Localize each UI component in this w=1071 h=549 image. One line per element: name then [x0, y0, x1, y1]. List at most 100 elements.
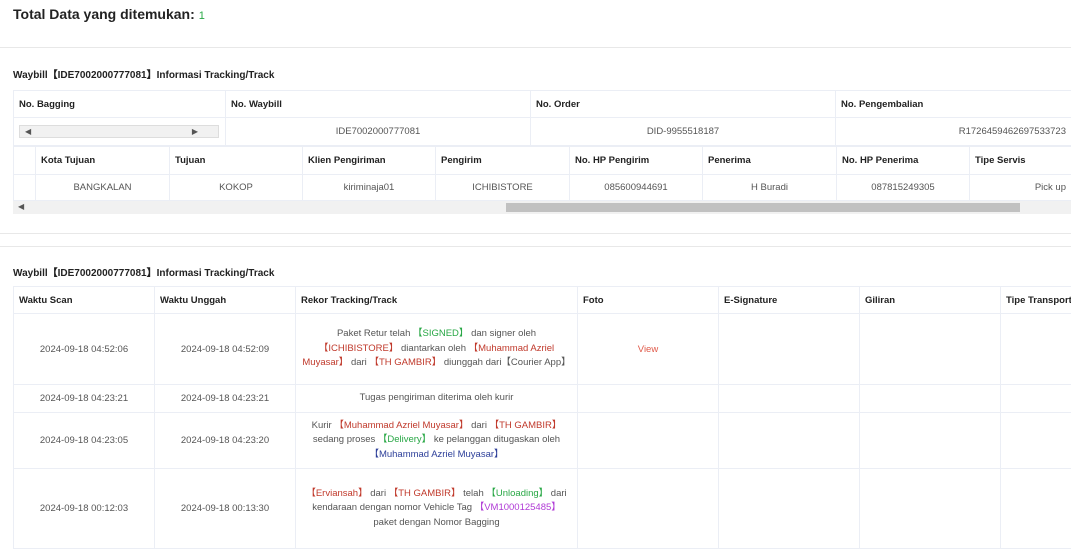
cell-transport-type: [1001, 314, 1071, 385]
results-count: 1: [199, 10, 205, 22]
scroll-left-icon[interactable]: ◀: [18, 201, 24, 212]
cell-service-type: Pick up: [970, 175, 1071, 201]
table-row: 2024-09-18 04:52:062024-09-18 04:52:09Pa…: [14, 314, 1071, 385]
tracking-text-segment: Tugas pengiriman diterima oleh kurir: [360, 392, 514, 403]
divider: [0, 233, 1071, 234]
cell-tracking-record: 【Erviansah】 dari 【TH GAMBIR】 telah 【Unlo…: [296, 469, 578, 549]
col-header: Tujuan: [170, 147, 303, 175]
tracking-text-segment: dari: [368, 488, 389, 499]
cell-esignature: [719, 314, 860, 385]
scrollbar-thumb[interactable]: [506, 203, 1020, 212]
col-header: Giliran: [860, 287, 1001, 314]
tracking-text-segment: sedang proses: [313, 434, 378, 445]
waybill-summary-table: No. Bagging No. Waybill No. Order No. Pe…: [13, 90, 1071, 146]
tracking-text-segment: 【Erviansah】: [306, 488, 367, 499]
table-header-row: Waktu Scan Waktu Unggah Rekor Tracking/T…: [14, 287, 1071, 314]
col-header: Foto: [578, 287, 719, 314]
tracking-text-segment: 【ICHIBISTORE】: [319, 343, 399, 354]
cell-order: DID-9955518187: [531, 118, 836, 146]
col-header: Waktu Unggah: [155, 287, 296, 314]
cell-transport-type: [1001, 469, 1071, 549]
cell-return: R1726459462697533723: [836, 118, 1071, 146]
table-row: ◀ ▶ IDE7002000777081 DID-9955518187 R172…: [14, 118, 1071, 146]
cell-sender: ICHIBISTORE: [436, 175, 570, 201]
cell-receiver-phone: 087815249305: [837, 175, 970, 201]
col-header: Pengirim: [436, 147, 570, 175]
table-header-row: Kota Tujuan Tujuan Klien Pengiriman Peng…: [14, 147, 1071, 175]
col-header: No. Order: [531, 91, 836, 118]
tracking-text-segment: 【VM1000125485】: [475, 502, 561, 513]
col-header: [14, 147, 36, 175]
cell-shift: [860, 385, 1001, 413]
cell-esignature: [719, 385, 860, 413]
col-header: Penerima: [703, 147, 837, 175]
col-header: Rekor Tracking/Track: [296, 287, 578, 314]
results-title: Total Data yang ditemukan:: [13, 6, 195, 22]
table-horizontal-scrollbar[interactable]: ◀: [13, 201, 1071, 214]
tracking-text-segment: Paket Retur telah: [337, 328, 413, 339]
table-header-row: No. Bagging No. Waybill No. Order No. Pe…: [14, 91, 1071, 118]
scroll-right-icon[interactable]: ▶: [192, 126, 198, 137]
cell-scan-time: 2024-09-18 04:23:05: [14, 413, 155, 469]
cell-scrollbar[interactable]: ◀ ▶: [19, 125, 219, 138]
cell-receiver: H Buradi: [703, 175, 837, 201]
section-title-waybill: Waybill【IDE7002000777081】Informasi Track…: [13, 66, 274, 81]
cell-waybill: IDE7002000777081: [226, 118, 531, 146]
cell-transport-type: [1001, 413, 1071, 469]
results-summary: Total Data yang ditemukan: 1: [13, 6, 205, 22]
cell-photo: View: [578, 314, 719, 385]
view-photo-link[interactable]: View: [638, 344, 658, 355]
col-header: Waktu Scan: [14, 287, 155, 314]
divider: [0, 246, 1071, 247]
table-row: 2024-09-18 04:23:212024-09-18 04:23:21 Tu…: [14, 385, 1071, 413]
tracking-text-segment: dan signer oleh: [468, 328, 536, 339]
tracking-text-segment: 【Delivery】: [378, 434, 431, 445]
cell-tracking-record: Tugas pengiriman diterima oleh kurir: [296, 385, 578, 413]
col-header: Tipe Servis: [970, 147, 1071, 175]
cell-photo: [578, 413, 719, 469]
cell-upload-time: 2024-09-18 04:23:21: [155, 385, 296, 413]
table-row: 2024-09-18 00:12:032024-09-18 00:13:30【E…: [14, 469, 1071, 549]
tracking-text-segment: dari: [348, 357, 369, 368]
cell-tracking-record: Paket Retur telah 【SIGNED】 dan signer ol…: [296, 314, 578, 385]
col-header: No. HP Pengirim: [570, 147, 703, 175]
tracking-text-segment: ke pelanggan ditugaskan oleh: [431, 434, 560, 445]
cell-scan-time: 2024-09-18 04:52:06: [14, 314, 155, 385]
section-title-tracking: Waybill【IDE7002000777081】Informasi Track…: [13, 264, 274, 279]
col-header: No. Waybill: [226, 91, 531, 118]
tracking-text-segment: 【Muhammad Azriel Muyasar】: [334, 420, 468, 431]
bagging-cell: ◀ ▶: [14, 118, 226, 146]
table-row: BANGKALAN KOKOP kiriminaja01 ICHIBISTORE…: [14, 175, 1071, 201]
cell-empty: [14, 175, 36, 201]
col-header: Tipe Transport: [1001, 287, 1071, 314]
table-row: 2024-09-18 04:23:052024-09-18 04:23:20Ku…: [14, 413, 1071, 469]
cell-upload-time: 2024-09-18 00:13:30: [155, 469, 296, 549]
tracking-rows: 2024-09-18 04:52:062024-09-18 04:52:09Pa…: [14, 314, 1071, 549]
cell-photo: [578, 385, 719, 413]
tracking-text-segment: diunggah dari【Courier App】: [441, 357, 570, 368]
cell-esignature: [719, 469, 860, 549]
col-header: E-Signature: [719, 287, 860, 314]
divider: [0, 47, 1071, 48]
cell-scan-time: 2024-09-18 00:12:03: [14, 469, 155, 549]
cell-shift: [860, 314, 1001, 385]
tracking-text-segment: telah: [460, 488, 486, 499]
col-header: No. HP Penerima: [837, 147, 970, 175]
cell-scan-time: 2024-09-18 04:23:21: [14, 385, 155, 413]
cell-shift: [860, 469, 1001, 549]
tracking-text-segment: 【TH GAMBIR】: [369, 357, 441, 368]
tracking-text-segment: Kurir: [312, 420, 335, 431]
cell-upload-time: 2024-09-18 04:23:20: [155, 413, 296, 469]
tracking-text-segment: paket dengan Nomor Bagging: [373, 517, 499, 528]
scroll-left-icon[interactable]: ◀: [25, 126, 31, 137]
col-header: Klien Pengiriman: [303, 147, 436, 175]
col-header: Kota Tujuan: [36, 147, 170, 175]
tracking-text-segment: 【TH GAMBIR】: [490, 420, 562, 431]
col-header: No. Pengembalian: [836, 91, 1071, 118]
cell-esignature: [719, 413, 860, 469]
tracking-text-segment: 【TH GAMBIR】: [389, 488, 461, 499]
cell-shift: [860, 413, 1001, 469]
tracking-text-segment: 【Muhammad Azriel Muyasar】: [369, 449, 503, 460]
cell-tracking-record: Kurir 【Muhammad Azriel Muyasar】 dari 【TH…: [296, 413, 578, 469]
tracking-text-segment: 【Unloading】: [486, 488, 548, 499]
